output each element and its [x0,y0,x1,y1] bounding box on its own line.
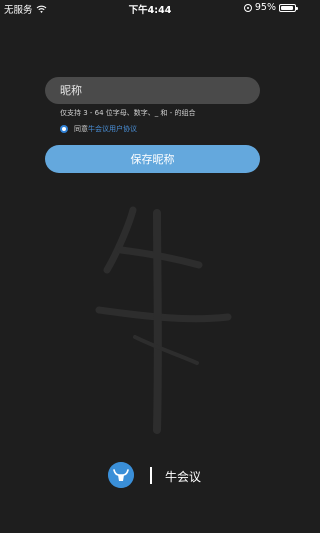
footer-divider [150,467,152,484]
orientation-lock-icon [243,3,252,12]
agree-prefix: 同意 [74,125,88,133]
user-agreement-link[interactable]: 牛会议用户协议 [88,125,137,133]
brand-name: 牛会议 [165,470,202,484]
nickname-hint: 仅支持 3 - 64 位字母、数字、_ 和 - 的组合 [60,109,196,117]
agreement-row: 同意牛会议用户协议 [60,124,137,134]
battery-icon [279,3,298,12]
battery-percent: 95% [254,2,276,13]
niu-character-watermark [95,206,232,434]
battery-fill [281,5,293,10]
status-right: 95% [243,2,298,13]
save-nickname-button[interactable]: 保存昵称 [45,145,260,173]
agree-radio[interactable] [60,125,68,133]
brand-footer: 牛会议 [0,462,300,490]
status-bar: 无服务 下午4:44 95% [0,0,300,16]
nickname-input[interactable] [45,77,260,104]
bull-logo-icon [108,462,134,488]
